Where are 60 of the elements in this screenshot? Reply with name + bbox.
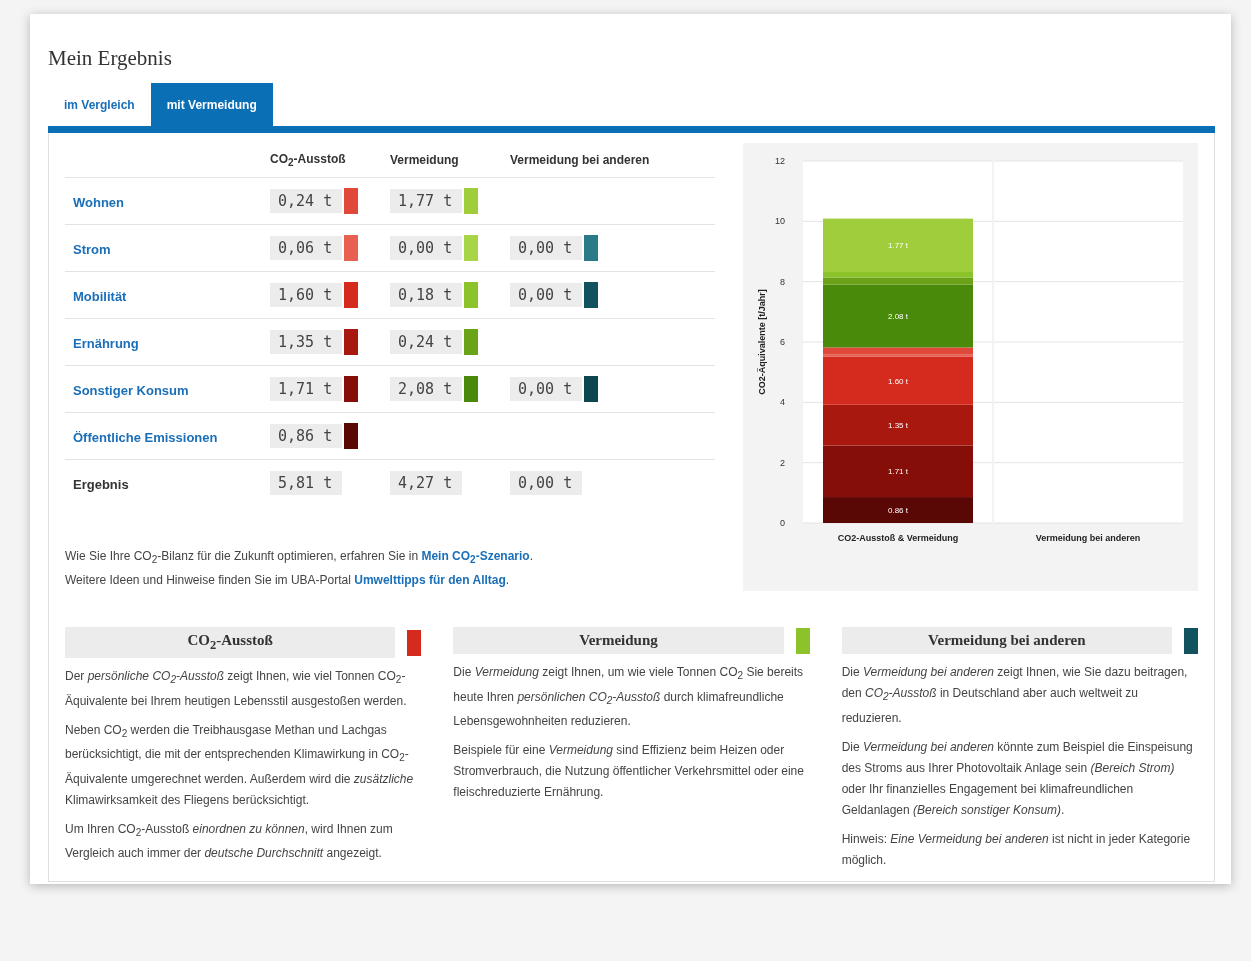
value-cell: 5,81 t xyxy=(270,471,342,495)
value-cell: 0,00 t xyxy=(390,236,462,260)
tab[interactable]: mit Vermeidung xyxy=(150,83,273,126)
description-text: Um Ihren CO$_{2}$-Ausstoß einordnen zu können, wird Ihnen zum Vergleich auch immer der deutsche Durchschnitt angezeigt. xyxy=(65,820,394,862)
category-link[interactable]: Strom xyxy=(73,241,111,257)
axis-tick: 6 xyxy=(780,337,785,347)
column-header: Vermeidung xyxy=(390,153,460,167)
axis-label: CO2-Ausstoß & Vermeidung xyxy=(837,533,959,543)
value-cell: 0,86 t xyxy=(270,424,342,448)
description-text: Beispiele für eine Vermeidung sind Effizienz beim Heizen oder Stromverbrauch, die Nutzung öffentlicher Verkehrsmittel oder eine fleischreduzierte Ernährung. xyxy=(453,742,805,802)
axis-label: Vermeidung bei anderen xyxy=(1035,533,1141,543)
data-label: 1.71 t xyxy=(888,467,908,477)
hint-text: Weitere Ideen und Hinweise finden Sie im UBA-Portal Umwelttipps für den Alltag. xyxy=(65,572,511,590)
legend-heading: Vermeidung bei anderen xyxy=(841,627,1172,655)
category-link[interactable]: Mobilität xyxy=(73,288,127,304)
value-cell: 2,08 t xyxy=(390,377,462,401)
value-cell: 0,00 t xyxy=(510,236,582,260)
axis-tick: 8 xyxy=(780,276,785,287)
link[interactable]: Mein CO$_{2}$-Szenario xyxy=(421,549,530,563)
value-cell: 1,60 t xyxy=(270,283,342,307)
category-link[interactable]: Öffentliche Emissionen xyxy=(73,429,218,445)
hint-text: Wie Sie Ihre CO$_{2}$-Bilanz für die Zukunft optimieren, erfahren Sie in Mein CO$_{2}$-Szenario. xyxy=(65,548,534,568)
data-label: 1.60 t xyxy=(888,376,908,386)
value-cell: 4,27 t xyxy=(390,471,462,495)
value-cell: 1,71 t xyxy=(270,377,342,401)
link[interactable]: Umwelttipps für den Alltag xyxy=(354,573,506,588)
value-cell: 1,35 t xyxy=(270,330,342,354)
value-cell: 0,24 t xyxy=(390,330,462,354)
category-link[interactable]: Sonstiger Konsum xyxy=(73,382,189,398)
category-link[interactable]: Ernährung xyxy=(73,335,139,351)
column-header: CO$_{2}$-Ausstoß xyxy=(270,151,347,169)
value-cell: 0,18 t xyxy=(390,283,462,307)
value-cell: 0,00 t xyxy=(510,283,582,307)
axis-title: CO2-Äquivalente [t/Jahr] xyxy=(757,289,767,395)
value-cell: 0,06 t xyxy=(270,236,342,260)
data-label: 2.08 t xyxy=(888,312,908,322)
axis-tick: 0 xyxy=(780,518,785,528)
row-label: Ergebnis xyxy=(73,476,129,492)
data-label: 0.86 t xyxy=(888,506,908,516)
description-text: Der persönliche CO$_{2}$-Ausstoß zeigt Ihnen, wie viel Tonnen CO$_{2}$-Äquivalente bei Ihrem heutigen Lebensstil ausgestoßen werden. xyxy=(65,668,408,710)
description-text: Hinweis: Eine Vermeidung bei anderen ist nicht in jeder Kategorie möglich. xyxy=(841,830,1192,869)
axis-tick: 12 xyxy=(775,156,785,166)
description-text: Die Vermeidung bei anderen könnte zum Beispiel die Einspeisung des Stroms aus Ihrer Photovoltaik Anlage sein (Bereich Strom) oder Ihr finanzielles Engagement bei klimafreundlichen Geldanlagen (Bereich sonstiger Konsum). xyxy=(841,738,1194,819)
value-cell: 1,77 t xyxy=(390,189,462,213)
legend-heading: CO$_{2}$-Ausstoß xyxy=(65,627,396,659)
description-text: Die Vermeidung zeigt Ihnen, um wie viele Tonnen CO$_{2}$ Sie bereits heute Ihren persönlichen CO$_{2}$-Ausstoß durch klimafreundliche Lebensgewohnheiten reduzieren. xyxy=(453,664,805,731)
data-label: 1.77 t xyxy=(888,241,908,251)
category-link[interactable]: Wohnen xyxy=(73,194,125,210)
page-title: Mein Ergebnis xyxy=(48,46,173,71)
description-text: Die Vermeidung bei anderen zeigt Ihnen, wie Sie dazu beitragen, den CO$_{2}$-Ausstoß in Deutschland aber auch weltweit zu reduzieren. xyxy=(841,664,1189,727)
description-text: Neben CO$_{2}$ werden die Treibhausgase Methan und Lachgas berücksichtigt, die mit der entsprechenden Klimawirkung in CO$_{2}$-Äquivalente umgerechnet werden. Außerdem wird die zusätzliche Klimawirksamkeit des Fliegens berücksichtigt. xyxy=(65,721,415,809)
value-cell: 0,24 t xyxy=(270,189,342,213)
column-header: Vermeidung bei anderen xyxy=(510,153,651,167)
data-label: 1.35 t xyxy=(888,421,908,431)
legend-heading: Vermeidung xyxy=(453,627,784,655)
value-cell: 0,00 t xyxy=(510,377,582,401)
value-cell: 0,00 t xyxy=(510,471,582,495)
axis-tick: 4 xyxy=(780,397,785,408)
axis-tick: 2 xyxy=(780,457,785,468)
axis-tick: 10 xyxy=(775,216,785,227)
